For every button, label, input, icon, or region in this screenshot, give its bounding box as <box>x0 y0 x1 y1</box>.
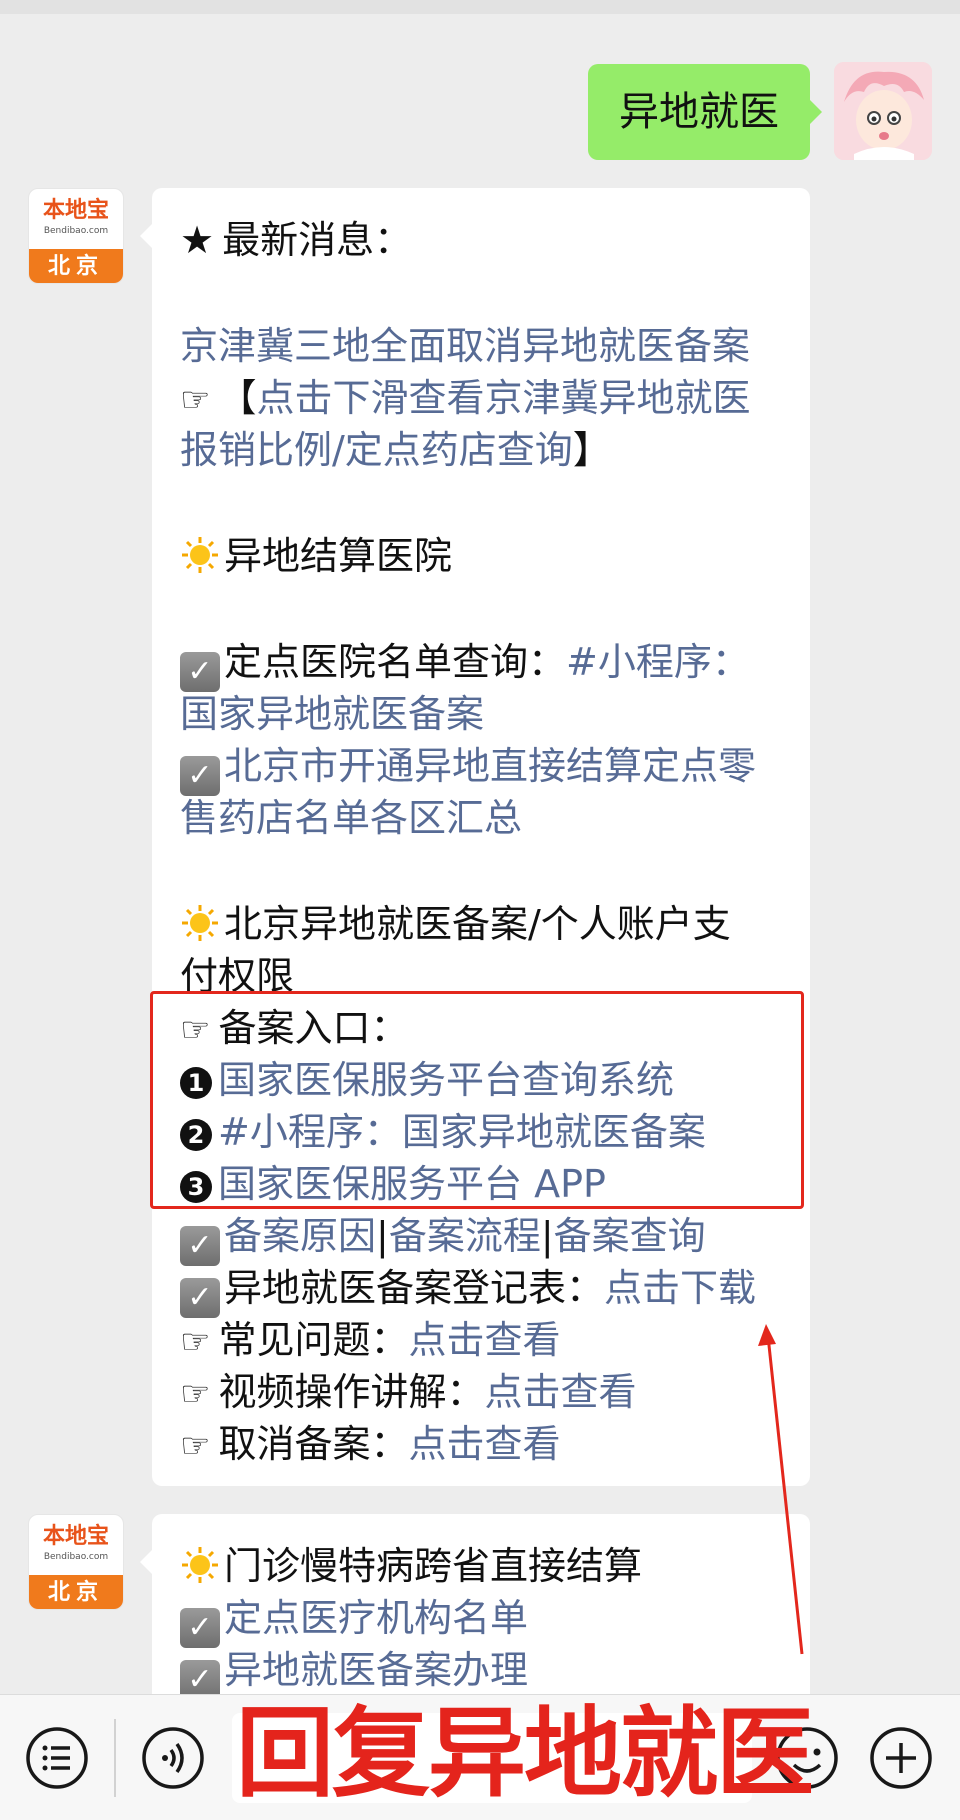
sun-icon <box>182 1547 218 1583</box>
entry-1-link[interactable]: 国家医保服务平台查询系统 <box>218 1058 674 1102</box>
entry-2-link[interactable]: #小程序：国家异地就医备案 <box>218 1110 706 1154</box>
number-2-icon: 2 <box>180 1119 212 1151</box>
section-filing-title: 北京异地就医备案/个人账户支 <box>180 898 782 950</box>
entry-1-line: 1 国家医保服务平台查询系统 <box>180 1054 782 1106</box>
checkbox-icon: ✓ <box>180 652 220 692</box>
sun-icon <box>182 537 218 573</box>
checkbox-icon: ✓ <box>180 1226 220 1266</box>
latest-news-label: 最新消息： <box>222 218 413 262</box>
video-link[interactable]: 点击查看 <box>485 1370 637 1414</box>
pointing-hand-icon: ☞ <box>180 1010 211 1050</box>
institutions-line: ✓ 定点医疗机构名单 <box>180 1592 782 1648</box>
bendibao-logo: 本地宝 Bendibao.com <box>29 1515 123 1575</box>
top-divider <box>0 0 960 14</box>
video-label: 视频操作讲解： <box>218 1370 485 1414</box>
section-chronic-label: 门诊慢特病跨省直接结算 <box>224 1544 643 1588</box>
add-icon[interactable] <box>868 1725 934 1791</box>
checkbox-icon: ✓ <box>180 1278 220 1318</box>
section-chronic-title: 门诊慢特病跨省直接结算 <box>180 1540 782 1592</box>
section-hospitals-label: 异地结算医院 <box>224 534 453 578</box>
incoming-message-bubble: ★ 最新消息： 京津冀三地全面取消异地就医备案 ☞ 【点击下滑查看京津冀异地就医 报… <box>140 188 810 1486</box>
separator: | <box>376 1214 389 1258</box>
number-1-icon: 1 <box>180 1067 212 1099</box>
pharmacy-link-cont[interactable]: 售药店名单各区汇总 <box>180 792 782 844</box>
pharmacy-link[interactable]: 北京市开通异地直接结算定点零 <box>224 744 756 788</box>
form-label: 异地就医备案登记表： <box>224 1266 605 1310</box>
filing-line: ✓ 异地就医备案办理 <box>180 1644 782 1700</box>
pharmacy-line: ✓ 北京市开通异地直接结算定点零 <box>180 740 782 796</box>
checkbox-icon: ✓ <box>180 1608 220 1648</box>
bar-divider <box>114 1719 116 1797</box>
reply-overlay-text: 回复异地就医 <box>236 1697 814 1811</box>
hospital-query-link[interactable]: #小程序： <box>566 640 750 684</box>
bendibao-logo-text: 本地宝 <box>42 1523 109 1549</box>
reason-link[interactable]: 备案原因 <box>224 1214 376 1258</box>
reimburse-link[interactable]: 点击下滑查看京津冀异地就医 <box>257 376 751 420</box>
cancel-link[interactable]: 点击查看 <box>409 1422 561 1466</box>
bendibao-logo-text: 本地宝 <box>42 197 109 223</box>
separator: | <box>540 1214 554 1258</box>
pointing-hand-icon: ☞ <box>180 380 211 420</box>
faq-line: ☞ 常见问题：点击查看 <box>180 1314 782 1366</box>
filing-link[interactable]: 异地就医备案办理 <box>224 1648 528 1692</box>
latest-news-heading: ★ 最新消息： <box>180 214 782 266</box>
reimburse-link-cont[interactable]: 报销比例/定点药店查询 <box>180 428 573 472</box>
menu-list-icon[interactable] <box>24 1725 90 1791</box>
hospital-query-line: ✓ 定点医院名单查询：#小程序： <box>180 636 782 692</box>
section-filing-title-cont: 付权限 <box>180 954 295 998</box>
entry-3-link[interactable]: 国家医保服务平台 APP <box>218 1162 606 1206</box>
form-line: ✓ 异地就医备案登记表：点击下载 <box>180 1262 782 1318</box>
hospital-query-label: 定点医院名单查询： <box>224 640 567 684</box>
faq-link[interactable]: 点击查看 <box>409 1318 561 1362</box>
bendibao-domain: Bendibao.com <box>43 226 109 236</box>
bendibao-avatar[interactable]: 本地宝 Bendibao.com 北京 <box>28 1514 124 1610</box>
cancel-line: ☞ 取消备案：点击查看 <box>180 1418 782 1470</box>
bracket-open: 【 <box>218 376 257 420</box>
faq-label: 常见问题： <box>218 1318 409 1362</box>
entry-label: 备案入口： <box>218 1006 409 1050</box>
entry-3-line: 3 国家医保服务平台 APP <box>180 1158 782 1210</box>
sun-icon <box>182 905 218 941</box>
pointing-hand-icon: ☞ <box>180 1322 211 1362</box>
section-filing-label: 北京异地就医备案/个人账户支 <box>224 902 731 946</box>
reimburse-line: ☞ 【点击下滑查看京津冀异地就医 <box>180 372 782 424</box>
user-avatar[interactable] <box>834 62 932 160</box>
checkbox-icon: ✓ <box>180 756 220 796</box>
hospital-query-link-cont[interactable]: 国家异地就医备案 <box>180 688 782 740</box>
pointing-hand-icon: ☞ <box>180 1374 211 1414</box>
entry-label-line: ☞ 备案入口： <box>180 1002 782 1054</box>
section-hospitals-title: 异地结算医院 <box>180 530 782 582</box>
query-link[interactable]: 备案查询 <box>554 1214 706 1258</box>
bendibao-city: 北京 <box>29 1575 123 1609</box>
bendibao-city: 北京 <box>29 249 123 283</box>
outgoing-message-bubble[interactable]: 异地就医 <box>588 64 822 160</box>
reason-process-line: ✓ 备案原因|备案流程|备案查询 <box>180 1210 782 1266</box>
bracket-close: 】 <box>572 428 611 472</box>
number-3-icon: 3 <box>180 1171 212 1203</box>
cancel-label: 取消备案： <box>218 1422 409 1466</box>
pointing-hand-icon: ☞ <box>180 1426 211 1466</box>
reimburse-line-2: 报销比例/定点药店查询】 <box>180 424 782 476</box>
entry-2-line: 2 #小程序：国家异地就医备案 <box>180 1106 782 1158</box>
voice-icon[interactable] <box>140 1725 206 1791</box>
process-link[interactable]: 备案流程 <box>389 1214 541 1258</box>
bendibao-domain: Bendibao.com <box>43 1552 109 1562</box>
institutions-link[interactable]: 定点医疗机构名单 <box>224 1596 528 1640</box>
headline-link[interactable]: 京津冀三地全面取消异地就医备案 <box>180 320 782 372</box>
video-line: ☞ 视频操作讲解：点击查看 <box>180 1366 782 1418</box>
star-icon: ★ <box>180 218 215 262</box>
form-download-link[interactable]: 点击下载 <box>604 1266 756 1310</box>
bendibao-avatar[interactable]: 本地宝 Bendibao.com 北京 <box>28 188 124 284</box>
bendibao-logo: 本地宝 Bendibao.com <box>29 189 123 249</box>
